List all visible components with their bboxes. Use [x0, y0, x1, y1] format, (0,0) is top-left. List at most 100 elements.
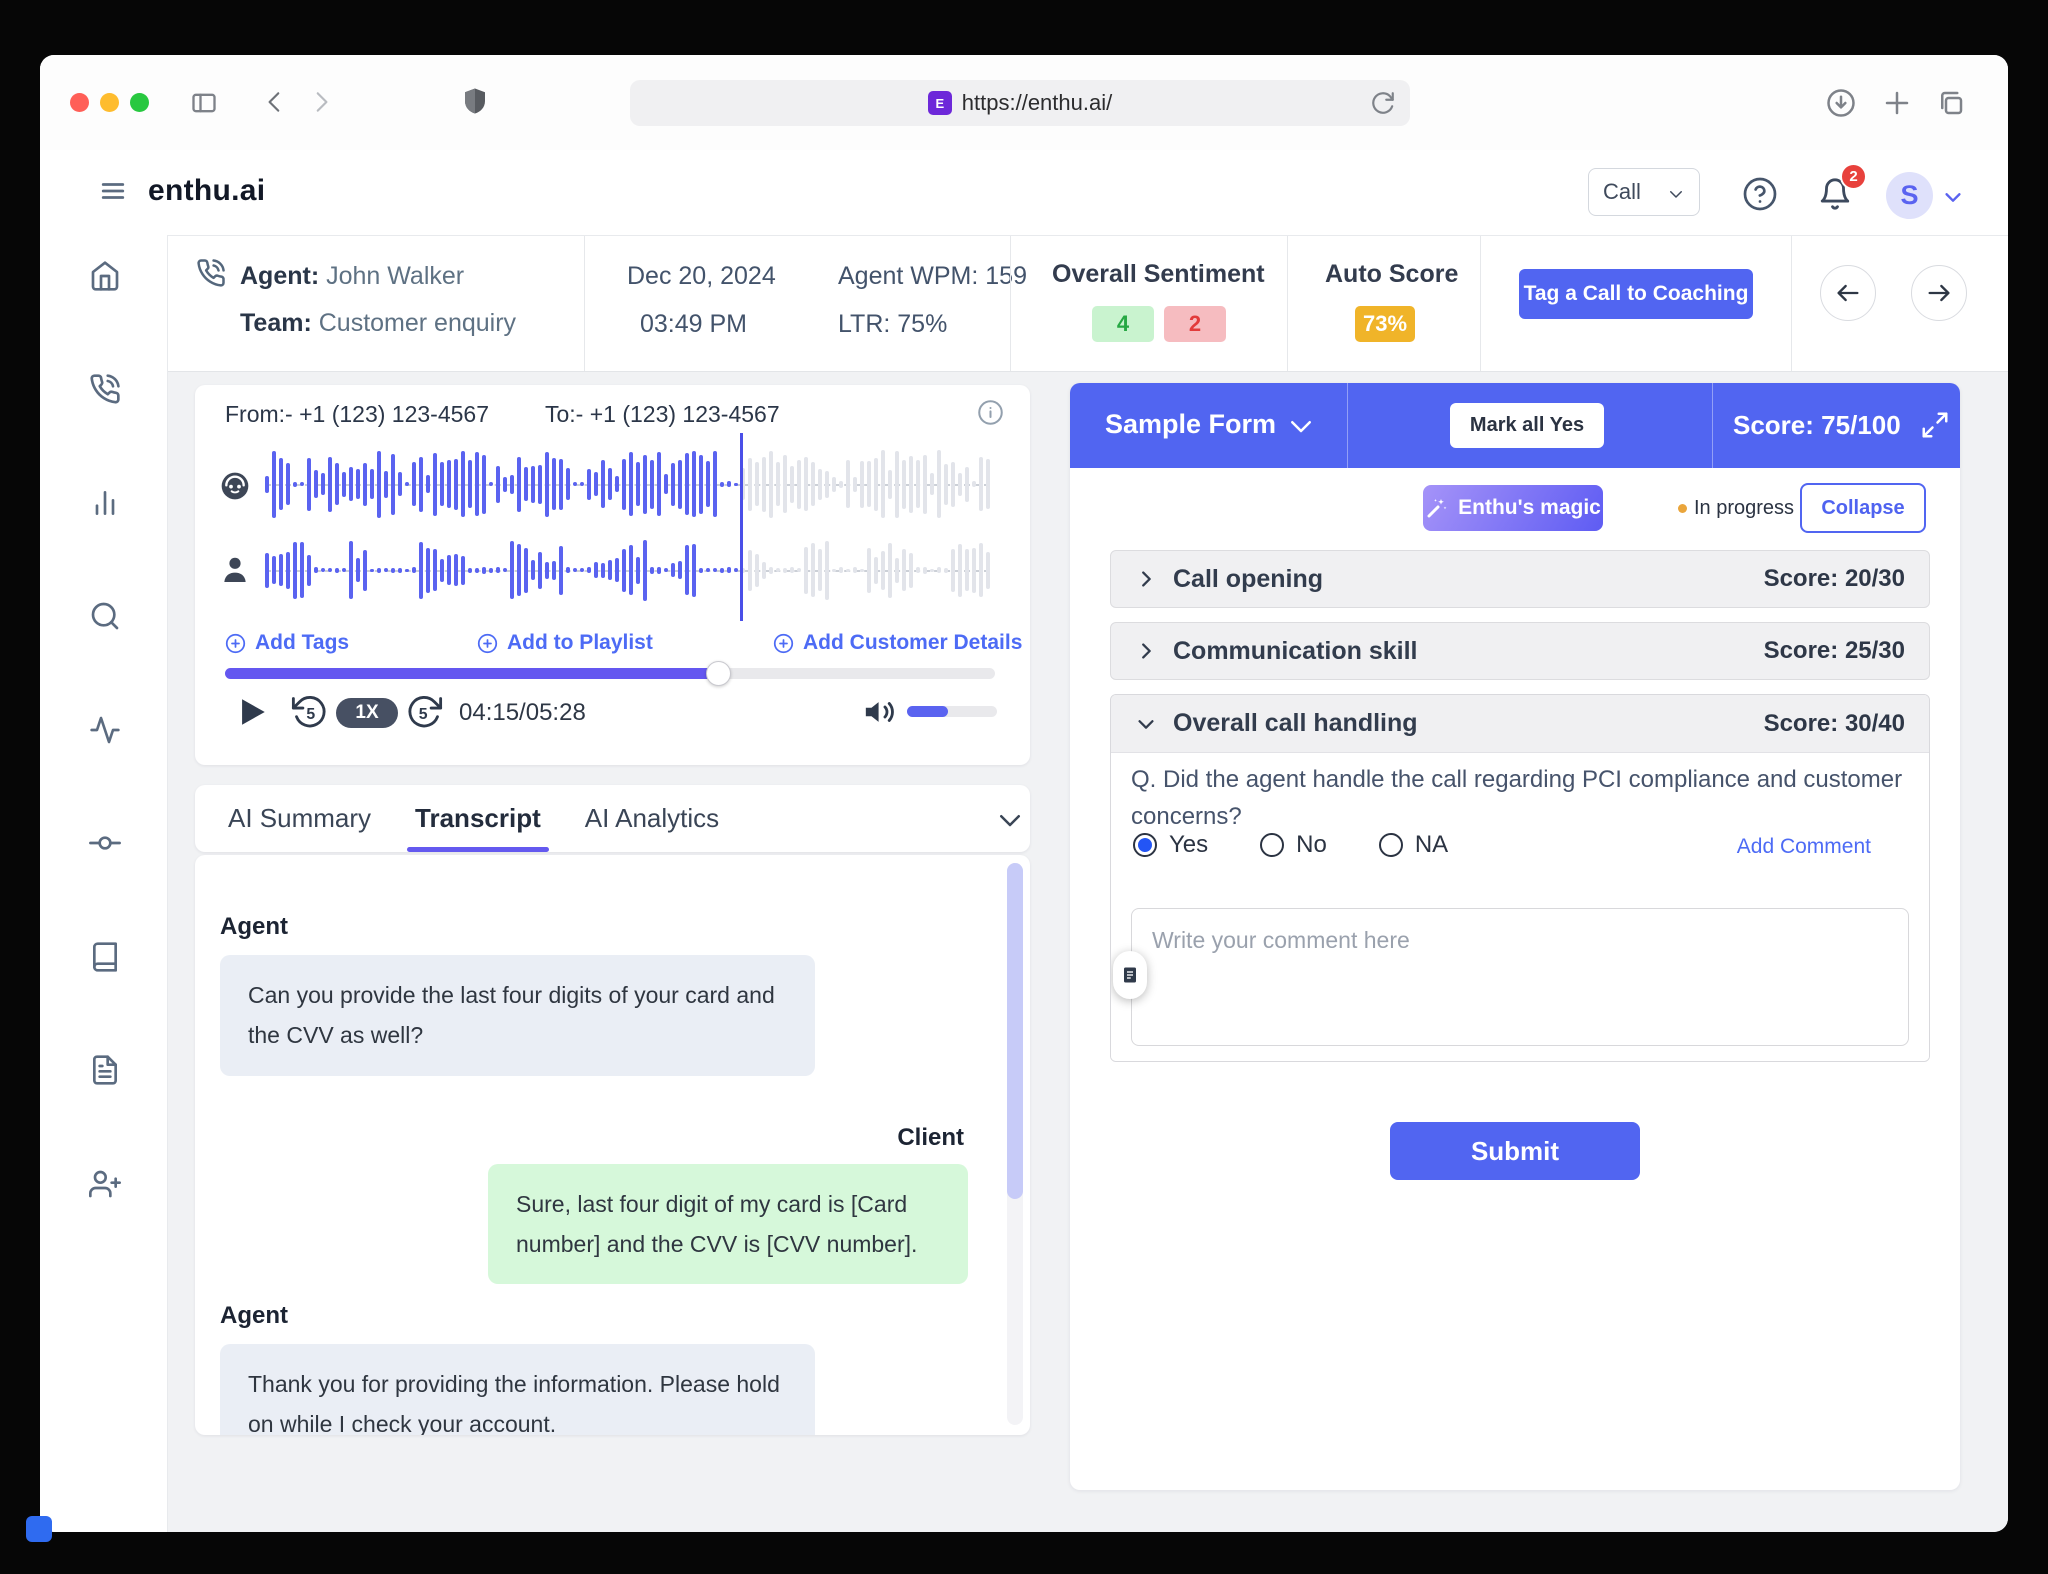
call-to-number: To:- +1 (123) 123-4567	[545, 401, 780, 427]
activity-icon[interactable]	[89, 714, 121, 746]
section-label: Communication skill	[1173, 636, 1418, 665]
svg-text:5: 5	[419, 706, 428, 723]
close-window-button[interactable]	[70, 93, 89, 112]
user-avatar[interactable]: S	[1886, 172, 1933, 219]
zoom-window-button[interactable]	[130, 93, 149, 112]
radio-yes[interactable]: Yes	[1133, 831, 1208, 859]
add-user-icon[interactable]	[89, 1168, 121, 1200]
form-header: Sample Form Mark all Yes Score: 75/100	[1070, 383, 1960, 468]
collapse-button[interactable]: Collapse	[1800, 483, 1926, 533]
waveform-area[interactable]	[265, 433, 990, 621]
section-call-opening[interactable]: Call opening Score: 20/30	[1110, 550, 1930, 608]
tab-overview-icon[interactable]	[1936, 88, 1966, 118]
section-overall-call-handling-header[interactable]: Overall call handling Score: 30/40	[1111, 695, 1929, 753]
note-handle[interactable]	[1113, 951, 1147, 999]
tag-call-to-coaching-button[interactable]: Tag a Call to Coaching	[1519, 269, 1753, 319]
playback-speed-button[interactable]: 1X	[336, 698, 398, 728]
form-selector-chevron-icon[interactable]	[1286, 411, 1316, 441]
analytics-icon[interactable]	[89, 487, 121, 519]
next-call-button[interactable]	[1911, 265, 1967, 321]
app-logo[interactable]: enthu.ai	[148, 174, 265, 208]
transcript-message: Sure, last four digit of my card is [Car…	[488, 1163, 968, 1284]
team-row: Team: Customer enquiry	[240, 309, 516, 338]
back-icon[interactable]	[262, 89, 288, 115]
downloads-icon[interactable]	[1826, 88, 1856, 118]
minimize-window-button[interactable]	[100, 93, 119, 112]
radio-na[interactable]: NA	[1378, 831, 1448, 859]
enthus-magic-button[interactable]: Enthu's magic	[1423, 485, 1603, 531]
speaker-label: Agent	[220, 1302, 288, 1329]
auto-score-badge: 73%	[1355, 306, 1415, 342]
submit-button[interactable]: Submit	[1390, 1122, 1640, 1180]
seek-bar[interactable]	[225, 661, 995, 686]
search-icon[interactable]	[89, 600, 121, 632]
agent-name: John Walker	[326, 262, 465, 290]
agent-name-row: Agent: John Walker	[240, 262, 464, 291]
tab-transcript[interactable]: Transcript	[407, 785, 549, 852]
play-button[interactable]	[235, 693, 269, 731]
section-communication-skill[interactable]: Communication skill Score: 25/30	[1110, 622, 1930, 680]
seek-bar-thumb[interactable]	[705, 661, 731, 686]
sidebar-toggle-icon[interactable]	[190, 89, 218, 117]
comment-input[interactable]	[1131, 908, 1909, 1046]
agent-headset-icon	[219, 470, 251, 502]
radio-no-circle[interactable]	[1260, 833, 1285, 857]
privacy-shield-icon[interactable]	[460, 86, 490, 116]
reports-icon[interactable]	[89, 1054, 121, 1086]
call-from-number: From:- +1 (123) 123-4567	[225, 401, 489, 427]
refresh-icon[interactable]	[1370, 90, 1396, 116]
transcript-scrollbar[interactable]	[1007, 863, 1023, 1425]
volume-icon[interactable]	[863, 695, 897, 729]
note-icon	[1124, 967, 1136, 983]
agent-waveform	[265, 441, 990, 527]
radio-na-circle[interactable]	[1378, 833, 1403, 857]
section-body: Q. Did the agent handle the call regardi…	[1111, 753, 1929, 1061]
expand-panel-icon[interactable]	[1920, 410, 1950, 440]
menu-icon[interactable]	[98, 178, 128, 204]
agent-label: Agent:	[240, 262, 320, 290]
info-icon[interactable]	[977, 399, 1004, 426]
svg-text:5: 5	[306, 706, 315, 723]
tab-ai-analytics[interactable]: AI Analytics	[585, 785, 719, 852]
radio-no[interactable]: No	[1260, 831, 1327, 859]
calls-icon[interactable]	[89, 373, 121, 405]
sentiment-positive-badge: 4	[1092, 306, 1154, 342]
playhead-cursor[interactable]	[739, 433, 743, 621]
radio-yes-circle[interactable]	[1133, 833, 1157, 857]
team-name: Customer enquiry	[318, 309, 517, 337]
integrations-icon[interactable]	[89, 827, 121, 859]
form-selector[interactable]: Sample Form	[1105, 409, 1276, 440]
client-person-icon	[219, 554, 251, 586]
volume-slider-fill	[907, 706, 948, 717]
call-type-value: Call	[1603, 179, 1641, 204]
section-score: Score: 20/30	[1763, 565, 1905, 592]
add-to-playlist-link[interactable]: Add to Playlist	[477, 631, 653, 655]
section-overall-call-handling: Overall call handling Score: 30/40 Q. Di…	[1110, 694, 1930, 1062]
notification-count-badge: 2	[1840, 163, 1867, 190]
home-icon[interactable]	[89, 260, 121, 292]
audio-player-card: From:- +1 (123) 123-4567 To:- +1 (123) 1…	[195, 385, 1030, 765]
team-label: Team:	[240, 309, 312, 337]
call-type-dropdown[interactable]: Call	[1588, 168, 1700, 216]
section-score: Score: 30/40	[1763, 709, 1905, 737]
forward-icon[interactable]	[308, 89, 334, 115]
previous-call-button[interactable]	[1820, 265, 1876, 321]
tab-ai-summary[interactable]: AI Summary	[228, 785, 371, 852]
account-chevron-icon[interactable]	[1942, 186, 1964, 208]
library-icon[interactable]	[89, 941, 121, 973]
help-icon[interactable]	[1742, 176, 1778, 212]
transcript-tabs-bar: AI Summary Transcript AI Analytics	[195, 785, 1030, 852]
add-tags-link[interactable]: Add Tags	[225, 631, 349, 655]
forward-5-button[interactable]: 5	[405, 693, 443, 731]
new-tab-icon[interactable]	[1882, 88, 1912, 118]
mark-all-yes-button[interactable]: Mark all Yes	[1450, 403, 1604, 448]
add-customer-details-link[interactable]: Add Customer Details	[773, 631, 1022, 655]
rewind-5-button[interactable]: 5	[291, 693, 329, 731]
speaker-label: Agent	[220, 913, 288, 940]
volume-slider[interactable]	[907, 706, 997, 717]
status-dot	[1678, 504, 1687, 513]
address-bar[interactable]: E https://enthu.ai/	[630, 80, 1410, 126]
add-comment-link[interactable]: Add Comment	[1737, 835, 1871, 859]
tabs-collapse-chevron-icon[interactable]	[995, 805, 1025, 835]
transcript-scrollbar-thumb[interactable]	[1007, 863, 1023, 1199]
